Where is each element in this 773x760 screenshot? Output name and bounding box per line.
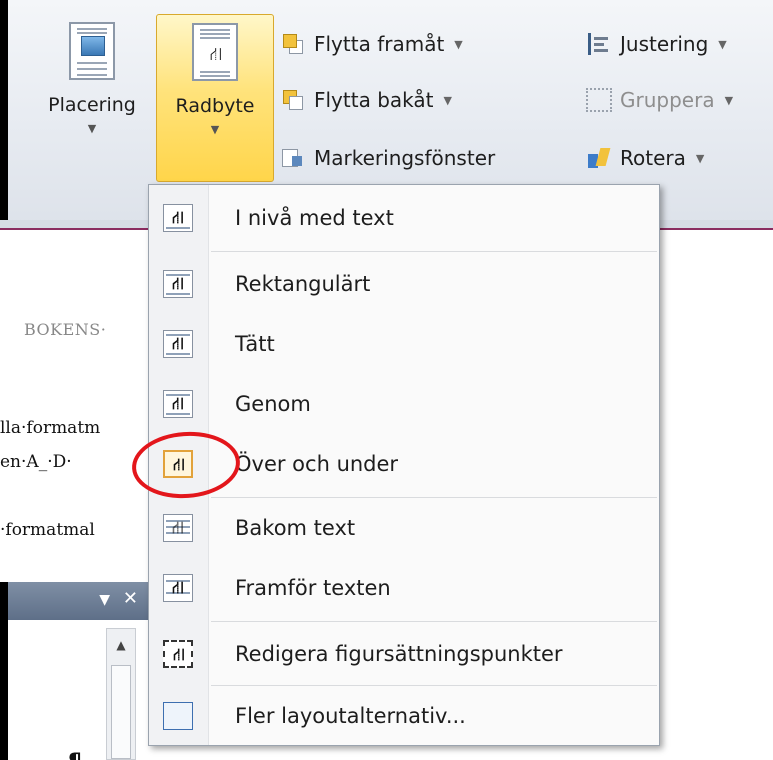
placering-label: Placering — [48, 94, 136, 116]
gruppera-button[interactable]: Gruppera ▼ — [586, 80, 733, 120]
flytta-bakat-label: Flytta bakåt — [314, 88, 434, 112]
justering-button[interactable]: Justering ▼ — [586, 24, 727, 64]
chevron-down-icon: ▼ — [210, 123, 220, 136]
rotera-button[interactable]: Rotera ▼ — [586, 138, 704, 178]
chevron-down-icon: ▼ — [87, 122, 97, 135]
menu-item-label: Tätt — [235, 332, 275, 356]
pane-options-icon[interactable]: ▼ — [99, 592, 110, 608]
position-icon — [69, 22, 115, 80]
send-backward-icon — [280, 88, 306, 112]
menu-separator — [211, 251, 657, 252]
radbyte-button[interactable]: ⛙ Radbyte ▼ — [156, 14, 274, 182]
side-pane: ▼ ✕ ▲ ¶ — [0, 582, 150, 760]
menu-item-label: Genom — [235, 392, 311, 416]
menu-item-label: Redigera figursättningspunkter — [235, 642, 563, 666]
menu-item-label: Fler layoutalternativ... — [235, 704, 466, 728]
flytta-framat-button[interactable]: Flytta framåt ▼ — [280, 24, 463, 64]
flytta-bakat-button[interactable]: Flytta bakåt ▼ — [280, 80, 452, 120]
menu-separator — [211, 685, 657, 686]
markeringsfonster-label: Markeringsfönster — [314, 146, 496, 170]
menu-item-label: Över och under — [235, 452, 399, 476]
menu-item-more-layout[interactable]: Fler layoutalternativ... — [149, 689, 659, 743]
pane-header: ▼ ✕ — [8, 582, 150, 620]
menu-item-edit-wrap-points[interactable]: ⛙ Redigera figursättningspunkter — [149, 627, 659, 681]
square-wrap-icon: ⛙ — [163, 270, 193, 298]
inline-text-icon: ⛙ — [163, 204, 193, 232]
menu-separator — [211, 497, 657, 498]
tight-wrap-icon: ⛙ — [163, 330, 193, 358]
justering-label: Justering — [620, 32, 709, 56]
chevron-down-icon: ▼ — [695, 151, 705, 165]
menu-separator — [211, 621, 657, 622]
radbyte-label: Radbyte — [175, 95, 255, 117]
rotera-label: Rotera — [620, 146, 686, 170]
behind-text-icon: ⛙ — [163, 514, 193, 542]
menu-item-label: I nivå med text — [235, 206, 394, 230]
menu-item-inline[interactable]: ⛙ I nivå med text — [149, 191, 659, 245]
in-front-text-icon: ⛙ — [163, 574, 193, 602]
document-text-line: en·A_·D· — [0, 452, 72, 472]
group-icon — [586, 88, 612, 112]
scrollbar-thumb[interactable] — [111, 665, 131, 759]
bring-forward-icon — [280, 32, 306, 56]
menu-item-label: Bakom text — [235, 516, 356, 540]
through-wrap-icon: ⛙ — [163, 390, 193, 418]
chevron-down-icon: ▼ — [454, 37, 463, 51]
menu-item-square[interactable]: ⛙ Rektangulärt — [149, 257, 659, 311]
align-icon — [586, 32, 612, 56]
close-icon[interactable]: ✕ — [123, 588, 138, 609]
wrap-text-icon: ⛙ — [192, 23, 238, 81]
scroll-up-icon[interactable]: ▲ — [107, 629, 135, 661]
menu-item-tight[interactable]: ⛙ Tätt — [149, 317, 659, 371]
pane-scrollbar[interactable]: ▲ — [106, 628, 136, 760]
pilcrow-icon: ¶ — [68, 750, 82, 760]
menu-item-behind[interactable]: ⛙ Bakom text — [149, 501, 659, 555]
menu-item-label: Framför texten — [235, 576, 391, 600]
chevron-down-icon: ▼ — [724, 93, 734, 107]
document-header-text: BOKENS· — [24, 320, 107, 339]
edit-wrap-points-icon: ⛙ — [163, 640, 193, 668]
menu-item-in-front[interactable]: ⛙ Framför texten — [149, 561, 659, 615]
gruppera-label: Gruppera — [620, 88, 715, 112]
rotate-icon — [586, 146, 612, 170]
pane-body: ▲ ¶ — [8, 620, 150, 760]
chevron-down-icon: ▼ — [443, 93, 452, 107]
chevron-down-icon: ▼ — [718, 37, 727, 51]
document-text-line: lla·formatm — [0, 418, 101, 438]
selection-pane-icon — [280, 146, 306, 170]
menu-item-label: Rektangulärt — [235, 272, 371, 296]
placering-button[interactable]: Placering ▼ — [26, 14, 158, 182]
more-layout-icon — [163, 702, 193, 730]
markeringsfonster-button[interactable]: Markeringsfönster — [280, 138, 495, 178]
menu-item-through[interactable]: ⛙ Genom — [149, 377, 659, 431]
document-text-line: ·formatmal — [0, 520, 95, 540]
flytta-framat-label: Flytta framåt — [314, 32, 445, 56]
